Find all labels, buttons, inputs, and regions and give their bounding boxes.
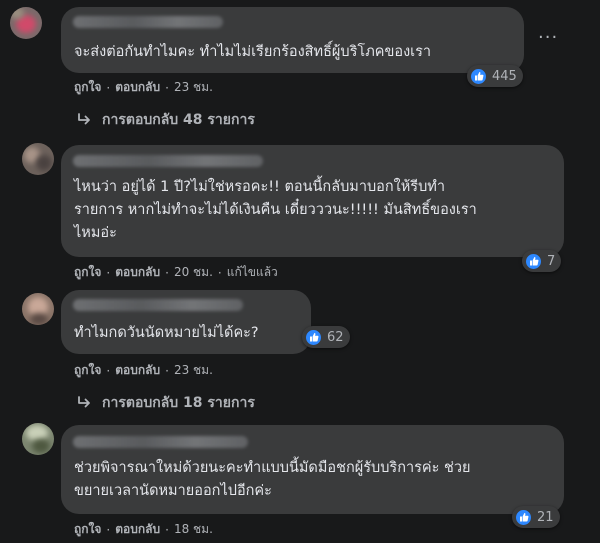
comment-text: ไหนว่า อยู่ได้ 1 ปี?ไม่ใช่หรอคะ!! ตอนนี้… bbox=[74, 176, 477, 245]
comment-4: ช่วยพิจารณาใหม่ด้วยนะคะทำแบบนี้มัดมือชกผ… bbox=[0, 415, 600, 543]
reaction-count: 21 bbox=[537, 509, 554, 525]
thumbs-up-icon bbox=[305, 328, 322, 346]
comment-bubble: ช่วยพิจารณาใหม่ด้วยนะคะทำแบบนี้มัดมือชกผ… bbox=[61, 425, 564, 514]
comment-1: จะส่งต่อกันทำไมคะ ทำไมไม่เรียกร้องสิทธิ์… bbox=[0, 0, 600, 135]
reply-action[interactable]: ตอบกลับ bbox=[115, 520, 160, 539]
comment-3: ทำไมกดวันนัดหมายไม่ได้คะ? 62 ถูกใจ · ตอบ… bbox=[0, 285, 600, 415]
comment-text: จะส่งต่อกันทำไมคะ ทำไมไม่เรียกร้องสิทธิ์… bbox=[74, 41, 431, 64]
more-options-icon[interactable]: ··· bbox=[538, 27, 558, 48]
comment-text-line: ไหมอ่ะ bbox=[74, 225, 117, 241]
comment-2: ไหนว่า อยู่ได้ 1 ปี?ไม่ใช่หรอคะ!! ตอนนี้… bbox=[0, 135, 600, 285]
separator: · bbox=[165, 363, 169, 378]
comment-text-line: จะส่งต่อกันทำไมคะ ทำไมไม่เรียกร้องสิทธิ์… bbox=[74, 44, 432, 60]
reply-arrow-icon bbox=[78, 113, 90, 125]
separator: · bbox=[165, 80, 169, 95]
comment-bubble: ทำไมกดวันนัดหมายไม่ได้คะ? bbox=[61, 290, 311, 354]
like-action[interactable]: ถูกใจ bbox=[74, 520, 101, 539]
separator: · bbox=[106, 265, 111, 280]
like-action[interactable]: ถูกใจ bbox=[74, 361, 101, 380]
separator: · bbox=[106, 363, 111, 378]
replies-count-label[interactable]: การตอบกลับ 48 รายการ bbox=[102, 109, 255, 131]
comment-actions: ถูกใจ · ตอบกลับ · 20 ชม. · แก้ไขแล้ว bbox=[74, 263, 278, 282]
timestamp[interactable]: 18 ชม. bbox=[174, 520, 213, 539]
reaction-summary[interactable]: 62 bbox=[302, 326, 350, 348]
reply-action[interactable]: ตอบกลับ bbox=[115, 263, 160, 282]
thumbs-up-icon bbox=[470, 67, 487, 85]
timestamp[interactable]: 23 ชม. bbox=[174, 78, 213, 97]
comment-text-line: ทำไมกดวันนัดหมายไม่ได้คะ? bbox=[74, 325, 259, 341]
comment-text: ช่วยพิจารณาใหม่ด้วยนะคะทำแบบนี้มัดมือชกผ… bbox=[74, 457, 471, 503]
comment-bubble: จะส่งต่อกันทำไมคะ ทำไมไม่เรียกร้องสิทธิ์… bbox=[61, 7, 524, 73]
comment-text-line: ขยายเวลานัดหมายออกไปอีกค่ะ bbox=[74, 483, 272, 499]
avatar[interactable] bbox=[22, 143, 54, 175]
like-action[interactable]: ถูกใจ bbox=[74, 263, 101, 282]
reaction-count: 445 bbox=[492, 68, 517, 84]
comment-text-line: ช่วยพิจารณาใหม่ด้วยนะคะทำแบบนี้มัดมือชกผ… bbox=[74, 460, 471, 476]
reply-action[interactable]: ตอบกลับ bbox=[115, 78, 160, 97]
comment-text: ทำไมกดวันนัดหมายไม่ได้คะ? bbox=[74, 322, 259, 345]
commenter-name[interactable] bbox=[73, 16, 223, 28]
separator: · bbox=[106, 80, 111, 95]
commenter-name[interactable] bbox=[73, 155, 263, 167]
reaction-summary[interactable]: 7 bbox=[522, 250, 562, 272]
commenter-name[interactable] bbox=[73, 436, 248, 448]
view-replies-link[interactable]: การตอบกลับ 18 รายการ bbox=[76, 392, 255, 414]
separator: · bbox=[106, 522, 111, 537]
comment-actions: ถูกใจ · ตอบกลับ · 18 ชม. bbox=[74, 520, 213, 539]
thumbs-up-icon bbox=[515, 508, 532, 526]
separator: · bbox=[165, 265, 169, 280]
view-replies-link[interactable]: การตอบกลับ 48 รายการ bbox=[76, 109, 255, 131]
comment-text-line: รายการ หากไม่ทำจะไม่ได้เงินคืน เดี๋ยวววน… bbox=[74, 202, 477, 218]
avatar[interactable] bbox=[22, 293, 54, 325]
timestamp[interactable]: 20 ชม. bbox=[174, 263, 213, 282]
comment-actions: ถูกใจ · ตอบกลับ · 23 ชม. bbox=[74, 361, 213, 380]
like-action[interactable]: ถูกใจ bbox=[74, 78, 101, 97]
thumbs-up-icon bbox=[525, 252, 542, 270]
replies-count-label[interactable]: การตอบกลับ 18 รายการ bbox=[102, 392, 255, 414]
comment-text-line: ไหนว่า อยู่ได้ 1 ปี?ไม่ใช่หรอคะ!! ตอนนี้… bbox=[74, 179, 446, 195]
avatar[interactable] bbox=[10, 7, 42, 39]
commenter-name[interactable] bbox=[73, 299, 243, 311]
reaction-count: 62 bbox=[327, 329, 344, 345]
reply-action[interactable]: ตอบกลับ bbox=[115, 361, 160, 380]
reaction-count: 7 bbox=[547, 253, 556, 269]
separator: · bbox=[165, 522, 169, 537]
reaction-summary[interactable]: 445 bbox=[467, 65, 523, 87]
separator: · bbox=[217, 265, 222, 280]
reaction-summary[interactable]: 21 bbox=[512, 506, 560, 528]
edited-label[interactable]: แก้ไขแล้ว bbox=[227, 263, 278, 282]
timestamp[interactable]: 23 ชม. bbox=[174, 361, 213, 380]
avatar[interactable] bbox=[22, 423, 54, 455]
comment-actions: ถูกใจ · ตอบกลับ · 23 ชม. bbox=[74, 78, 213, 97]
comment-bubble: ไหนว่า อยู่ได้ 1 ปี?ไม่ใช่หรอคะ!! ตอนนี้… bbox=[61, 145, 564, 257]
reply-arrow-icon bbox=[78, 396, 90, 408]
